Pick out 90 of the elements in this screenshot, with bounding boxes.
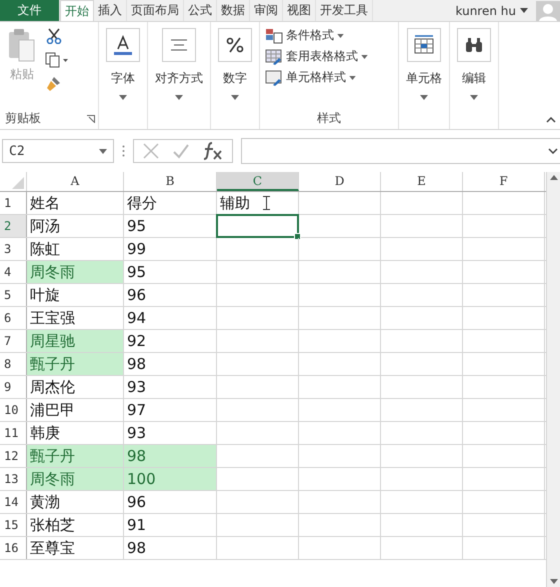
table-format-icon xyxy=(265,48,283,64)
ribbon-tab[interactable]: 数据 xyxy=(217,0,250,21)
group-label: 剪贴板 xyxy=(5,110,41,127)
ribbon-tab[interactable]: 插入 xyxy=(94,0,127,21)
table-cell-text: 姓名 xyxy=(29,193,60,214)
table-cell-text: 95 xyxy=(126,262,146,283)
vertical-scrollbar[interactable] xyxy=(546,172,560,587)
group-label: 样式 xyxy=(317,110,341,127)
table-cell-text: 94 xyxy=(126,308,146,329)
user-account-button[interactable]: kunren hu xyxy=(452,0,520,21)
table-cell: 甄子丹 xyxy=(27,445,123,467)
caret-icon xyxy=(175,95,183,100)
caret-icon xyxy=(361,54,368,58)
ribbon-button[interactable]: 单元格 xyxy=(404,26,444,102)
table-cell-text: 96 xyxy=(126,492,146,513)
table-cell-text: 浦巴甲 xyxy=(29,400,75,421)
caret-icon xyxy=(470,95,478,100)
table-cell-text: 96 xyxy=(126,285,146,306)
ribbon-button[interactable]: 编辑 xyxy=(455,26,493,102)
table-cell-text: 王宝强 xyxy=(29,308,75,329)
scroll-down-icon[interactable] xyxy=(550,579,558,584)
caret-icon xyxy=(420,95,428,100)
table-cell-text: 99 xyxy=(126,239,146,260)
table-cell: 98 xyxy=(124,445,216,467)
row-header[interactable]: 2 xyxy=(0,215,27,237)
caret-icon xyxy=(349,76,356,80)
table-cell: 100 xyxy=(124,468,216,490)
table-cell-text: 辅助 xyxy=(219,193,250,214)
style-menu-button[interactable]: 条件格式 xyxy=(265,26,368,45)
copy-icon[interactable] xyxy=(45,52,69,68)
expand-icon[interactable] xyxy=(548,148,558,154)
cells-icon xyxy=(413,35,435,55)
insert-function-icon[interactable] xyxy=(202,141,224,161)
style-menu-button[interactable]: 单元格样式 xyxy=(265,68,368,87)
caret-icon xyxy=(337,34,344,38)
formula-input[interactable] xyxy=(241,138,560,164)
table-cell-text: 黄渤 xyxy=(29,492,60,513)
grip-icon xyxy=(122,145,125,157)
column-header[interactable]: C xyxy=(217,172,299,191)
percent-icon xyxy=(226,37,244,53)
ribbon-button[interactable]: 字体 xyxy=(104,26,142,102)
scroll-up-icon[interactable] xyxy=(550,175,558,180)
format-painter-icon[interactable] xyxy=(45,76,63,92)
table-cell-text: 叶旋 xyxy=(29,285,60,306)
caret-icon xyxy=(520,8,528,13)
table-cell: 周冬雨 xyxy=(27,468,123,490)
ribbon-tab[interactable]: 页面布局 xyxy=(127,0,184,21)
ribbon-tab[interactable]: 开始 xyxy=(60,0,94,21)
text-cursor-icon xyxy=(263,196,270,210)
conditional-format-icon xyxy=(265,28,283,44)
table-cell-text: 97 xyxy=(126,400,146,421)
caret-icon xyxy=(119,95,127,100)
font-color-icon xyxy=(112,34,134,56)
table-cell-text: 韩庚 xyxy=(29,423,60,444)
ribbon-button[interactable]: 对齐方式 xyxy=(153,26,205,102)
ribbon-button[interactable]: 数字 xyxy=(216,26,254,102)
ribbon-tab[interactable]: 审阅 xyxy=(250,0,283,21)
table-cell-text: 93 xyxy=(126,423,146,444)
table-cell-text: 93 xyxy=(126,377,146,398)
table-cell-text: 周杰伦 xyxy=(29,377,75,398)
file-tab[interactable]: 文件 xyxy=(0,0,60,21)
dialog-launcher-icon[interactable] xyxy=(87,114,95,122)
ribbon-tab[interactable]: 公式 xyxy=(184,0,217,21)
table-cell-text: 陈虹 xyxy=(29,239,60,260)
table-cell-text: 95 xyxy=(126,216,146,237)
caret-icon xyxy=(99,148,107,154)
table-cell: 周冬雨 xyxy=(27,261,123,283)
table-cell-text: 张柏芝 xyxy=(29,515,75,536)
check-icon[interactable] xyxy=(172,143,190,159)
table-cell-text: 98 xyxy=(126,354,146,375)
ribbon-tab[interactable]: 开发工具 xyxy=(316,0,373,21)
table-cell-text: 至尊宝 xyxy=(29,538,75,559)
collapse-ribbon-icon[interactable] xyxy=(546,117,556,123)
table-cell-text: 阿汤 xyxy=(29,216,60,237)
align-center-icon xyxy=(170,39,188,51)
clipboard-icon xyxy=(7,28,37,62)
table-cell-text: 91 xyxy=(126,515,146,536)
cell-style-icon xyxy=(265,70,283,86)
caret-icon xyxy=(231,95,239,100)
table-cell-text: 98 xyxy=(126,538,146,559)
table-cell: 甄子丹 xyxy=(27,353,123,375)
table-cell-text: 得分 xyxy=(126,193,157,214)
ribbon-tab[interactable]: 视图 xyxy=(283,0,316,21)
table-cell-text: 92 xyxy=(126,331,146,352)
name-box[interactable]: C2 xyxy=(2,139,114,163)
binoculars-icon xyxy=(464,37,484,53)
selected-cell[interactable] xyxy=(216,214,299,238)
scissors-icon[interactable] xyxy=(45,28,63,44)
style-menu-button[interactable]: 套用表格格式 xyxy=(265,47,368,66)
table-cell: 周星驰 xyxy=(27,330,123,352)
